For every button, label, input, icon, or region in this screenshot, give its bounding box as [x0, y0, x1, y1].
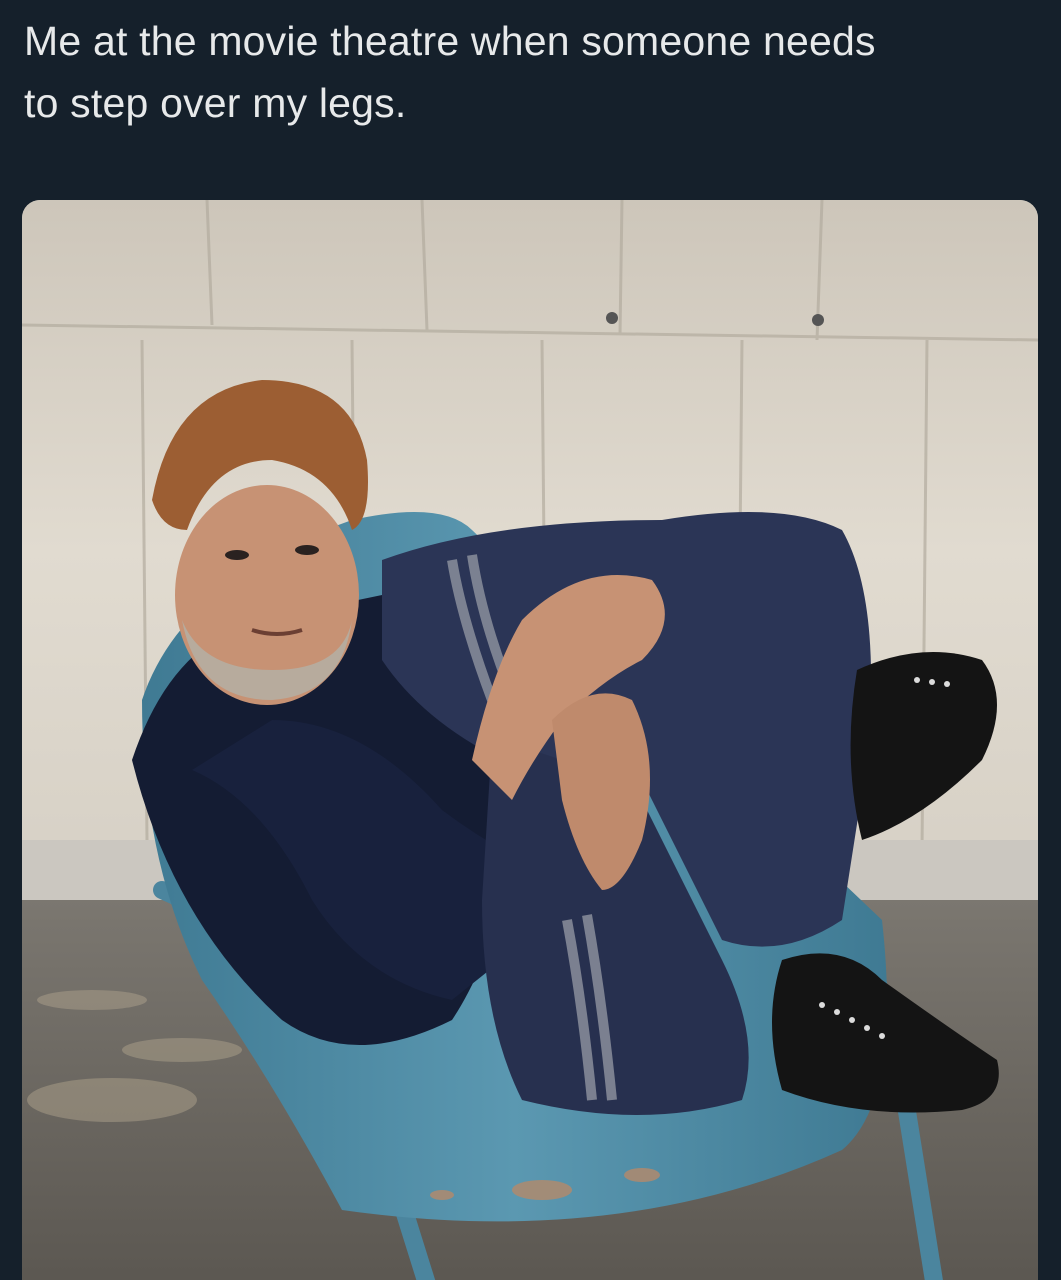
photo-illustration: [22, 200, 1038, 1280]
post-text: Me at the movie theatre when someone nee…: [24, 18, 876, 126]
meme-photo[interactable]: [22, 200, 1038, 1280]
wall-rivet: [606, 312, 618, 324]
wall-rivet: [812, 314, 824, 326]
